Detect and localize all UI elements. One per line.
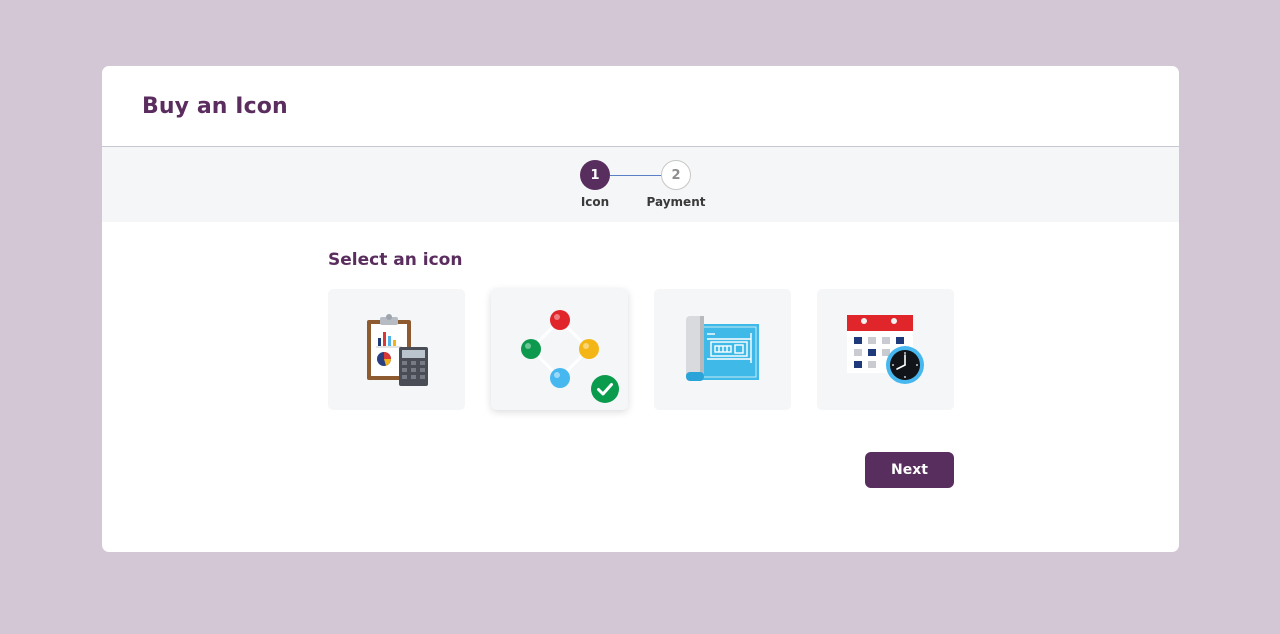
calendar-clock-icon bbox=[846, 314, 924, 384]
section-title: Select an icon bbox=[328, 250, 463, 270]
step-1-circle[interactable]: 1 bbox=[580, 160, 610, 190]
icon-option-network-nodes[interactable] bbox=[491, 289, 628, 410]
blueprint-icon bbox=[685, 315, 759, 381]
next-button[interactable]: Next bbox=[865, 452, 954, 488]
buy-icon-card: Buy an Icon 1 2 Icon Payment Select an i… bbox=[102, 66, 1179, 552]
step-2-label: Payment bbox=[646, 195, 706, 209]
step-connector bbox=[610, 175, 662, 176]
step-1-label: Icon bbox=[580, 195, 610, 209]
clipboard-calculator-icon bbox=[366, 313, 428, 386]
page-title: Buy an Icon bbox=[142, 94, 288, 119]
icon-option-clipboard-calculator[interactable] bbox=[328, 289, 465, 410]
icon-option-calendar-clock[interactable] bbox=[817, 289, 954, 410]
stepper: 1 2 Icon Payment bbox=[102, 147, 1179, 222]
card-header: Buy an Icon bbox=[102, 66, 1179, 147]
step-2-circle[interactable]: 2 bbox=[661, 160, 691, 190]
selected-check-icon bbox=[591, 375, 619, 403]
network-nodes-icon bbox=[520, 309, 599, 388]
icon-option-blueprint[interactable] bbox=[654, 289, 791, 410]
